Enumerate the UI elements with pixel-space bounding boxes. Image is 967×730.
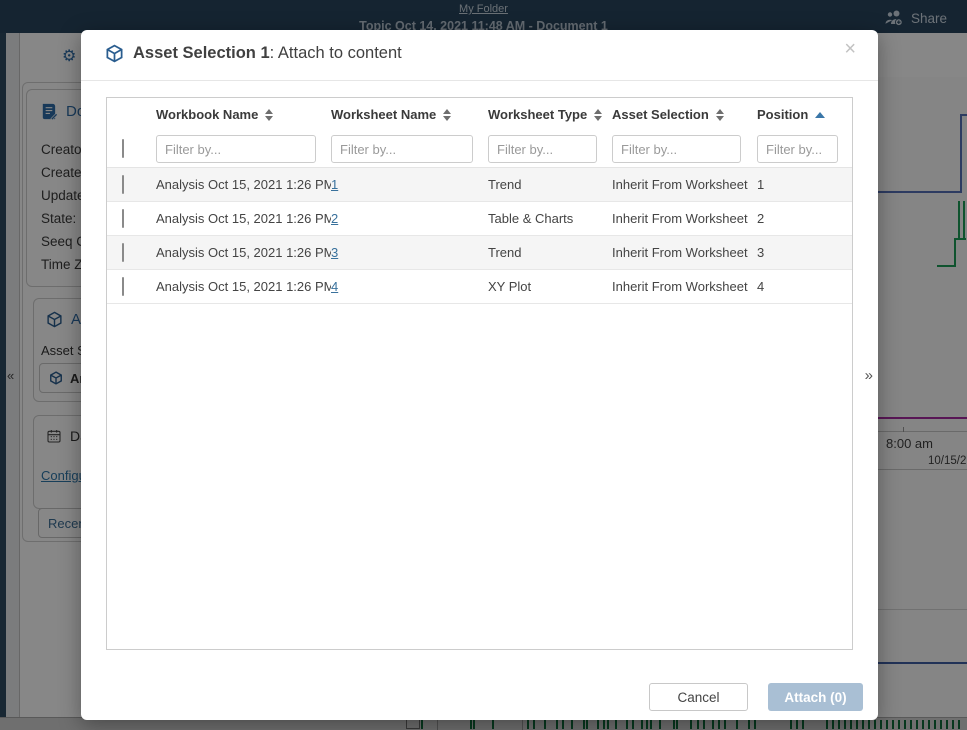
- asset-selection-cell: Inherit From Worksheet: [612, 279, 757, 294]
- filter-input-position[interactable]: [757, 135, 838, 163]
- worksheet-link[interactable]: 3: [331, 245, 338, 260]
- worksheet-name-cell: 2: [331, 211, 488, 226]
- table-row[interactable]: Analysis Oct 15, 2021 1:26 PM1TrendInher…: [107, 168, 852, 202]
- table-row[interactable]: Analysis Oct 15, 2021 1:26 PM3TrendInher…: [107, 236, 852, 270]
- sort-icon[interactable]: [716, 109, 724, 121]
- filter-cell: [488, 135, 612, 163]
- column-header-asset-selection[interactable]: Asset Selection: [612, 107, 757, 122]
- row-checkbox[interactable]: [122, 209, 124, 228]
- worksheet-type-cell: Trend: [488, 245, 612, 260]
- position-cell: 4: [757, 279, 853, 294]
- sort-down-icon: [443, 116, 451, 121]
- workbook-name-cell: Analysis Oct 15, 2021 1:26 PM: [156, 245, 331, 260]
- sort-up-icon: [443, 109, 451, 114]
- table-header-row: Workbook Name Worksheet Name Worksheet Typ…: [107, 98, 852, 131]
- modal-title-suffix: : Attach to content: [270, 44, 402, 62]
- workbook-name-cell: Analysis Oct 15, 2021 1:26 PM: [156, 211, 331, 226]
- filter-input-worksheet-name[interactable]: [331, 135, 473, 163]
- cancel-button[interactable]: Cancel: [649, 683, 748, 711]
- table-row[interactable]: Analysis Oct 15, 2021 1:26 PM4XY PlotInh…: [107, 270, 852, 304]
- table-rows: Analysis Oct 15, 2021 1:26 PM1TrendInher…: [107, 168, 852, 304]
- row-checkbox-cell: [107, 210, 156, 228]
- double-chevron-right-icon[interactable]: »: [865, 367, 873, 384]
- app-root: My Folder Topic Oct 14, 2021 11:48 AM - …: [0, 0, 967, 730]
- column-label: Worksheet Name: [331, 107, 436, 122]
- worksheet-link[interactable]: 1: [331, 177, 338, 192]
- modal-footer: Cancel Attach (0): [649, 683, 863, 711]
- sort-icon[interactable]: [265, 109, 273, 121]
- attach-to-content-modal: Asset Selection 1: Attach to content × W…: [81, 30, 878, 720]
- column-label: Worksheet Type: [488, 107, 587, 122]
- asset-selection-cell: Inherit From Worksheet: [612, 211, 757, 226]
- sort-icon[interactable]: [815, 112, 825, 118]
- filter-cell: [156, 135, 331, 163]
- select-all-cell: [107, 140, 156, 158]
- worksheet-type-cell: Trend: [488, 177, 612, 192]
- close-icon[interactable]: ×: [844, 39, 856, 59]
- column-header-worksheet-name[interactable]: Worksheet Name: [331, 107, 488, 122]
- workbook-name-cell: Analysis Oct 15, 2021 1:26 PM: [156, 279, 331, 294]
- column-label: Workbook Name: [156, 107, 258, 122]
- sort-icon[interactable]: [594, 109, 602, 121]
- filter-input-workbook-name[interactable]: [156, 135, 316, 163]
- column-header-workbook-name[interactable]: Workbook Name: [156, 107, 331, 122]
- filter-input-worksheet-type[interactable]: [488, 135, 597, 163]
- modal-header: Asset Selection 1: Attach to content ×: [81, 30, 878, 81]
- sort-icon[interactable]: [443, 109, 451, 121]
- workbook-name-cell: Analysis Oct 15, 2021 1:26 PM: [156, 177, 331, 192]
- sort-up-icon: [716, 109, 724, 114]
- sort-up-icon: [265, 109, 273, 114]
- worksheet-link[interactable]: 4: [331, 279, 338, 294]
- modal-title: Asset Selection 1: Attach to content: [105, 44, 402, 63]
- row-checkbox[interactable]: [122, 277, 124, 296]
- row-checkbox-cell: [107, 278, 156, 296]
- position-cell: 2: [757, 211, 853, 226]
- sort-down-icon: [265, 116, 273, 121]
- worksheet-table: Workbook Name Worksheet Name Worksheet Typ…: [106, 97, 853, 650]
- asset-selection-cell: Inherit From Worksheet: [612, 245, 757, 260]
- worksheet-name-cell: 3: [331, 245, 488, 260]
- cube-icon: [105, 44, 124, 63]
- position-cell: 1: [757, 177, 853, 192]
- filter-cell: [757, 135, 853, 163]
- worksheet-name-cell: 1: [331, 177, 488, 192]
- filter-cell: [612, 135, 757, 163]
- filter-input-asset-selection[interactable]: [612, 135, 741, 163]
- worksheet-link[interactable]: 2: [331, 211, 338, 226]
- table-filter-row: [107, 131, 852, 168]
- filter-cell: [331, 135, 488, 163]
- worksheet-type-cell: Table & Charts: [488, 211, 612, 226]
- sort-asc-icon: [815, 112, 825, 118]
- table-row[interactable]: Analysis Oct 15, 2021 1:26 PM2Table & Ch…: [107, 202, 852, 236]
- sort-down-icon: [716, 116, 724, 121]
- column-label: Position: [757, 107, 808, 122]
- worksheet-type-cell: XY Plot: [488, 279, 612, 294]
- column-header-position[interactable]: Position: [757, 107, 853, 122]
- row-checkbox-cell: [107, 176, 156, 194]
- worksheet-name-cell: 4: [331, 279, 488, 294]
- row-checkbox-cell: [107, 244, 156, 262]
- row-checkbox[interactable]: [122, 175, 124, 194]
- sort-down-icon: [594, 116, 602, 121]
- attach-button[interactable]: Attach (0): [768, 683, 863, 711]
- row-checkbox[interactable]: [122, 243, 124, 262]
- column-label: Asset Selection: [612, 107, 709, 122]
- modal-title-name: Asset Selection 1: [133, 44, 270, 62]
- select-all-checkbox[interactable]: [122, 139, 124, 158]
- sort-up-icon: [594, 109, 602, 114]
- asset-selection-cell: Inherit From Worksheet: [612, 177, 757, 192]
- position-cell: 3: [757, 245, 853, 260]
- column-header-worksheet-type[interactable]: Worksheet Type: [488, 107, 612, 122]
